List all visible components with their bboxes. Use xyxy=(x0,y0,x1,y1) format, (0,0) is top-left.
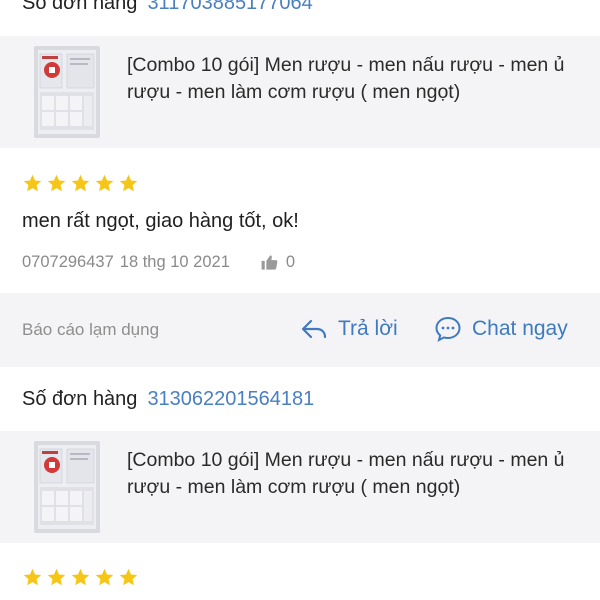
order-row: Số đơn hàng 313062201564181 xyxy=(22,384,314,414)
like-count: 0 xyxy=(285,253,296,271)
product-name[interactable]: [Combo 10 gói] Men rượu - men nấu rượu -… xyxy=(127,52,582,106)
product-card[interactable]: [Combo 10 gói] Men rượu - men nấu rượu -… xyxy=(0,431,600,543)
star-icon xyxy=(119,174,138,192)
review-meta: 0707296437 18 thg 10 2021 0 xyxy=(22,253,295,272)
report-abuse-link[interactable]: Báo cáo lạm dụng xyxy=(22,320,159,340)
chat-bubble-icon xyxy=(435,316,461,342)
order-row: Số đơn hàng 311703885177064 xyxy=(22,0,313,18)
order-number[interactable]: 313062201564181 xyxy=(147,388,314,411)
product-thumbnail[interactable] xyxy=(34,46,100,138)
star-icon xyxy=(47,174,66,192)
review-comment: men rất ngọt, giao hàng tốt, ok! xyxy=(22,210,299,232)
star-icon xyxy=(47,568,66,586)
order-label: Số đơn hàng xyxy=(22,387,138,410)
product-thumbnail[interactable] xyxy=(34,441,100,533)
product-name[interactable]: [Combo 10 gói] Men rượu - men nấu rượu -… xyxy=(127,447,582,501)
chat-button[interactable]: Chat ngay xyxy=(434,315,568,343)
like-button[interactable]: 0 xyxy=(260,253,295,272)
order-number[interactable]: 311703885177064 xyxy=(147,0,312,15)
star-icon xyxy=(95,568,114,586)
chat-label: Chat ngay xyxy=(472,317,568,340)
review-date: 18 thg 10 2021 xyxy=(119,253,230,271)
rating-stars xyxy=(22,173,139,194)
reviewer-name: 0707296437 xyxy=(22,253,114,271)
product-card[interactable]: [Combo 10 gói] Men rượu - men nấu rượu -… xyxy=(0,36,600,148)
star-icon xyxy=(71,568,90,586)
star-icon xyxy=(23,568,42,586)
star-icon xyxy=(23,174,42,192)
rating-stars xyxy=(22,567,139,588)
order-label: Số đơn hàng xyxy=(22,0,138,14)
star-icon xyxy=(95,174,114,192)
thumbs-up-icon xyxy=(261,255,278,270)
reply-label: Trả lời xyxy=(338,317,398,340)
reply-icon xyxy=(301,319,327,339)
star-icon xyxy=(71,174,90,192)
review-action-bar: Báo cáo lạm dụng Trả lời Chat ngay xyxy=(0,293,600,367)
star-icon xyxy=(119,568,138,586)
reply-button[interactable]: Trả lời xyxy=(300,315,398,343)
